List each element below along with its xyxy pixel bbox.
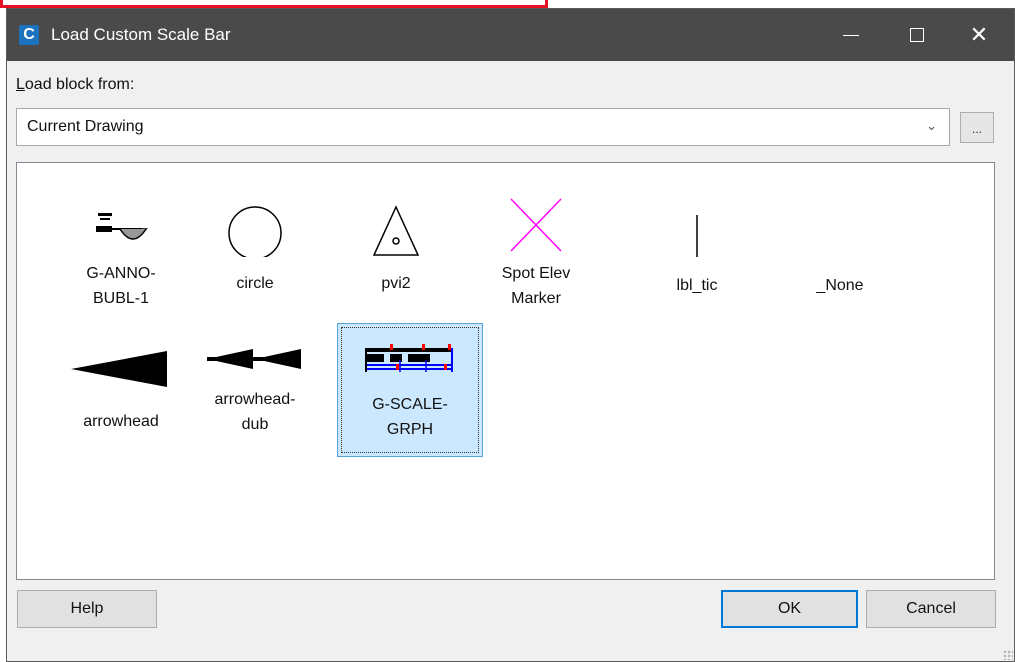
block-tile-spot-elev-marker[interactable]: Spot Elev Marker bbox=[463, 187, 609, 321]
resize-grip[interactable] bbox=[1003, 650, 1013, 660]
block-label: arrowhead-dub bbox=[214, 391, 296, 433]
block-label: G-SCALE- GRPH bbox=[372, 396, 448, 438]
triangle-dot-icon bbox=[346, 193, 446, 261]
x-marker-icon bbox=[486, 193, 586, 261]
close-icon: ✕ bbox=[969, 22, 989, 47]
blocks-list: G-ANNO- BUBL-1 circle pvi2 Spot Elev Marke… bbox=[16, 162, 995, 580]
load-block-select[interactable]: Current Drawing ⌄ bbox=[16, 108, 950, 146]
block-label: pvi2 bbox=[381, 275, 411, 292]
block-tile-arrowhead[interactable]: arrowhead bbox=[48, 329, 194, 463]
scale-bar-icon bbox=[360, 330, 460, 398]
block-label: circle bbox=[236, 275, 274, 292]
block-tile-circle[interactable]: circle bbox=[182, 187, 328, 321]
block-tile-arrowhead-dub[interactable]: arrowhead-dub bbox=[182, 329, 328, 463]
none-icon bbox=[790, 193, 890, 261]
tick-line-icon bbox=[647, 193, 747, 261]
minimize-icon bbox=[843, 34, 859, 36]
block-label: Spot Elev Marker bbox=[501, 265, 571, 307]
app-icon: C bbox=[19, 25, 39, 45]
close-button[interactable]: ✕ bbox=[948, 9, 1010, 61]
red-annotation-box bbox=[0, 0, 548, 8]
window-title: Load Custom Scale Bar bbox=[51, 25, 231, 44]
browse-button[interactable]: ... bbox=[960, 112, 994, 143]
ok-button[interactable]: OK bbox=[721, 590, 858, 628]
load-block-label: Load block from: bbox=[16, 76, 135, 93]
block-tile-none[interactable]: _None bbox=[767, 187, 913, 321]
maximize-icon bbox=[910, 28, 924, 42]
title-bar[interactable]: C Load Custom Scale Bar ✕ bbox=[7, 9, 1014, 61]
block-tile-g-scale-grph[interactable]: G-SCALE- GRPH bbox=[337, 323, 483, 457]
block-label: arrowhead bbox=[83, 413, 159, 430]
arrowhead-icon bbox=[71, 335, 171, 403]
block-label: lbl_tic bbox=[676, 277, 718, 294]
chevron-down-icon[interactable]: ⌄ bbox=[926, 118, 937, 134]
block-label: _None bbox=[816, 277, 864, 294]
block-tile-g-anno-bubl-1[interactable]: G-ANNO- BUBL-1 bbox=[48, 187, 194, 321]
help-button[interactable]: Help bbox=[17, 590, 157, 628]
circle-icon bbox=[205, 193, 305, 261]
anno-bubble-icon bbox=[71, 193, 171, 261]
maximize-button[interactable] bbox=[886, 9, 948, 61]
block-label: G-ANNO- BUBL-1 bbox=[86, 265, 156, 307]
cancel-button[interactable]: Cancel bbox=[866, 590, 996, 628]
load-block-selected-value: Current Drawing bbox=[27, 118, 144, 135]
block-tile-lbl-tic[interactable]: lbl_tic bbox=[624, 187, 770, 321]
minimize-button[interactable] bbox=[820, 9, 882, 61]
block-tile-pvi2[interactable]: pvi2 bbox=[323, 187, 469, 321]
